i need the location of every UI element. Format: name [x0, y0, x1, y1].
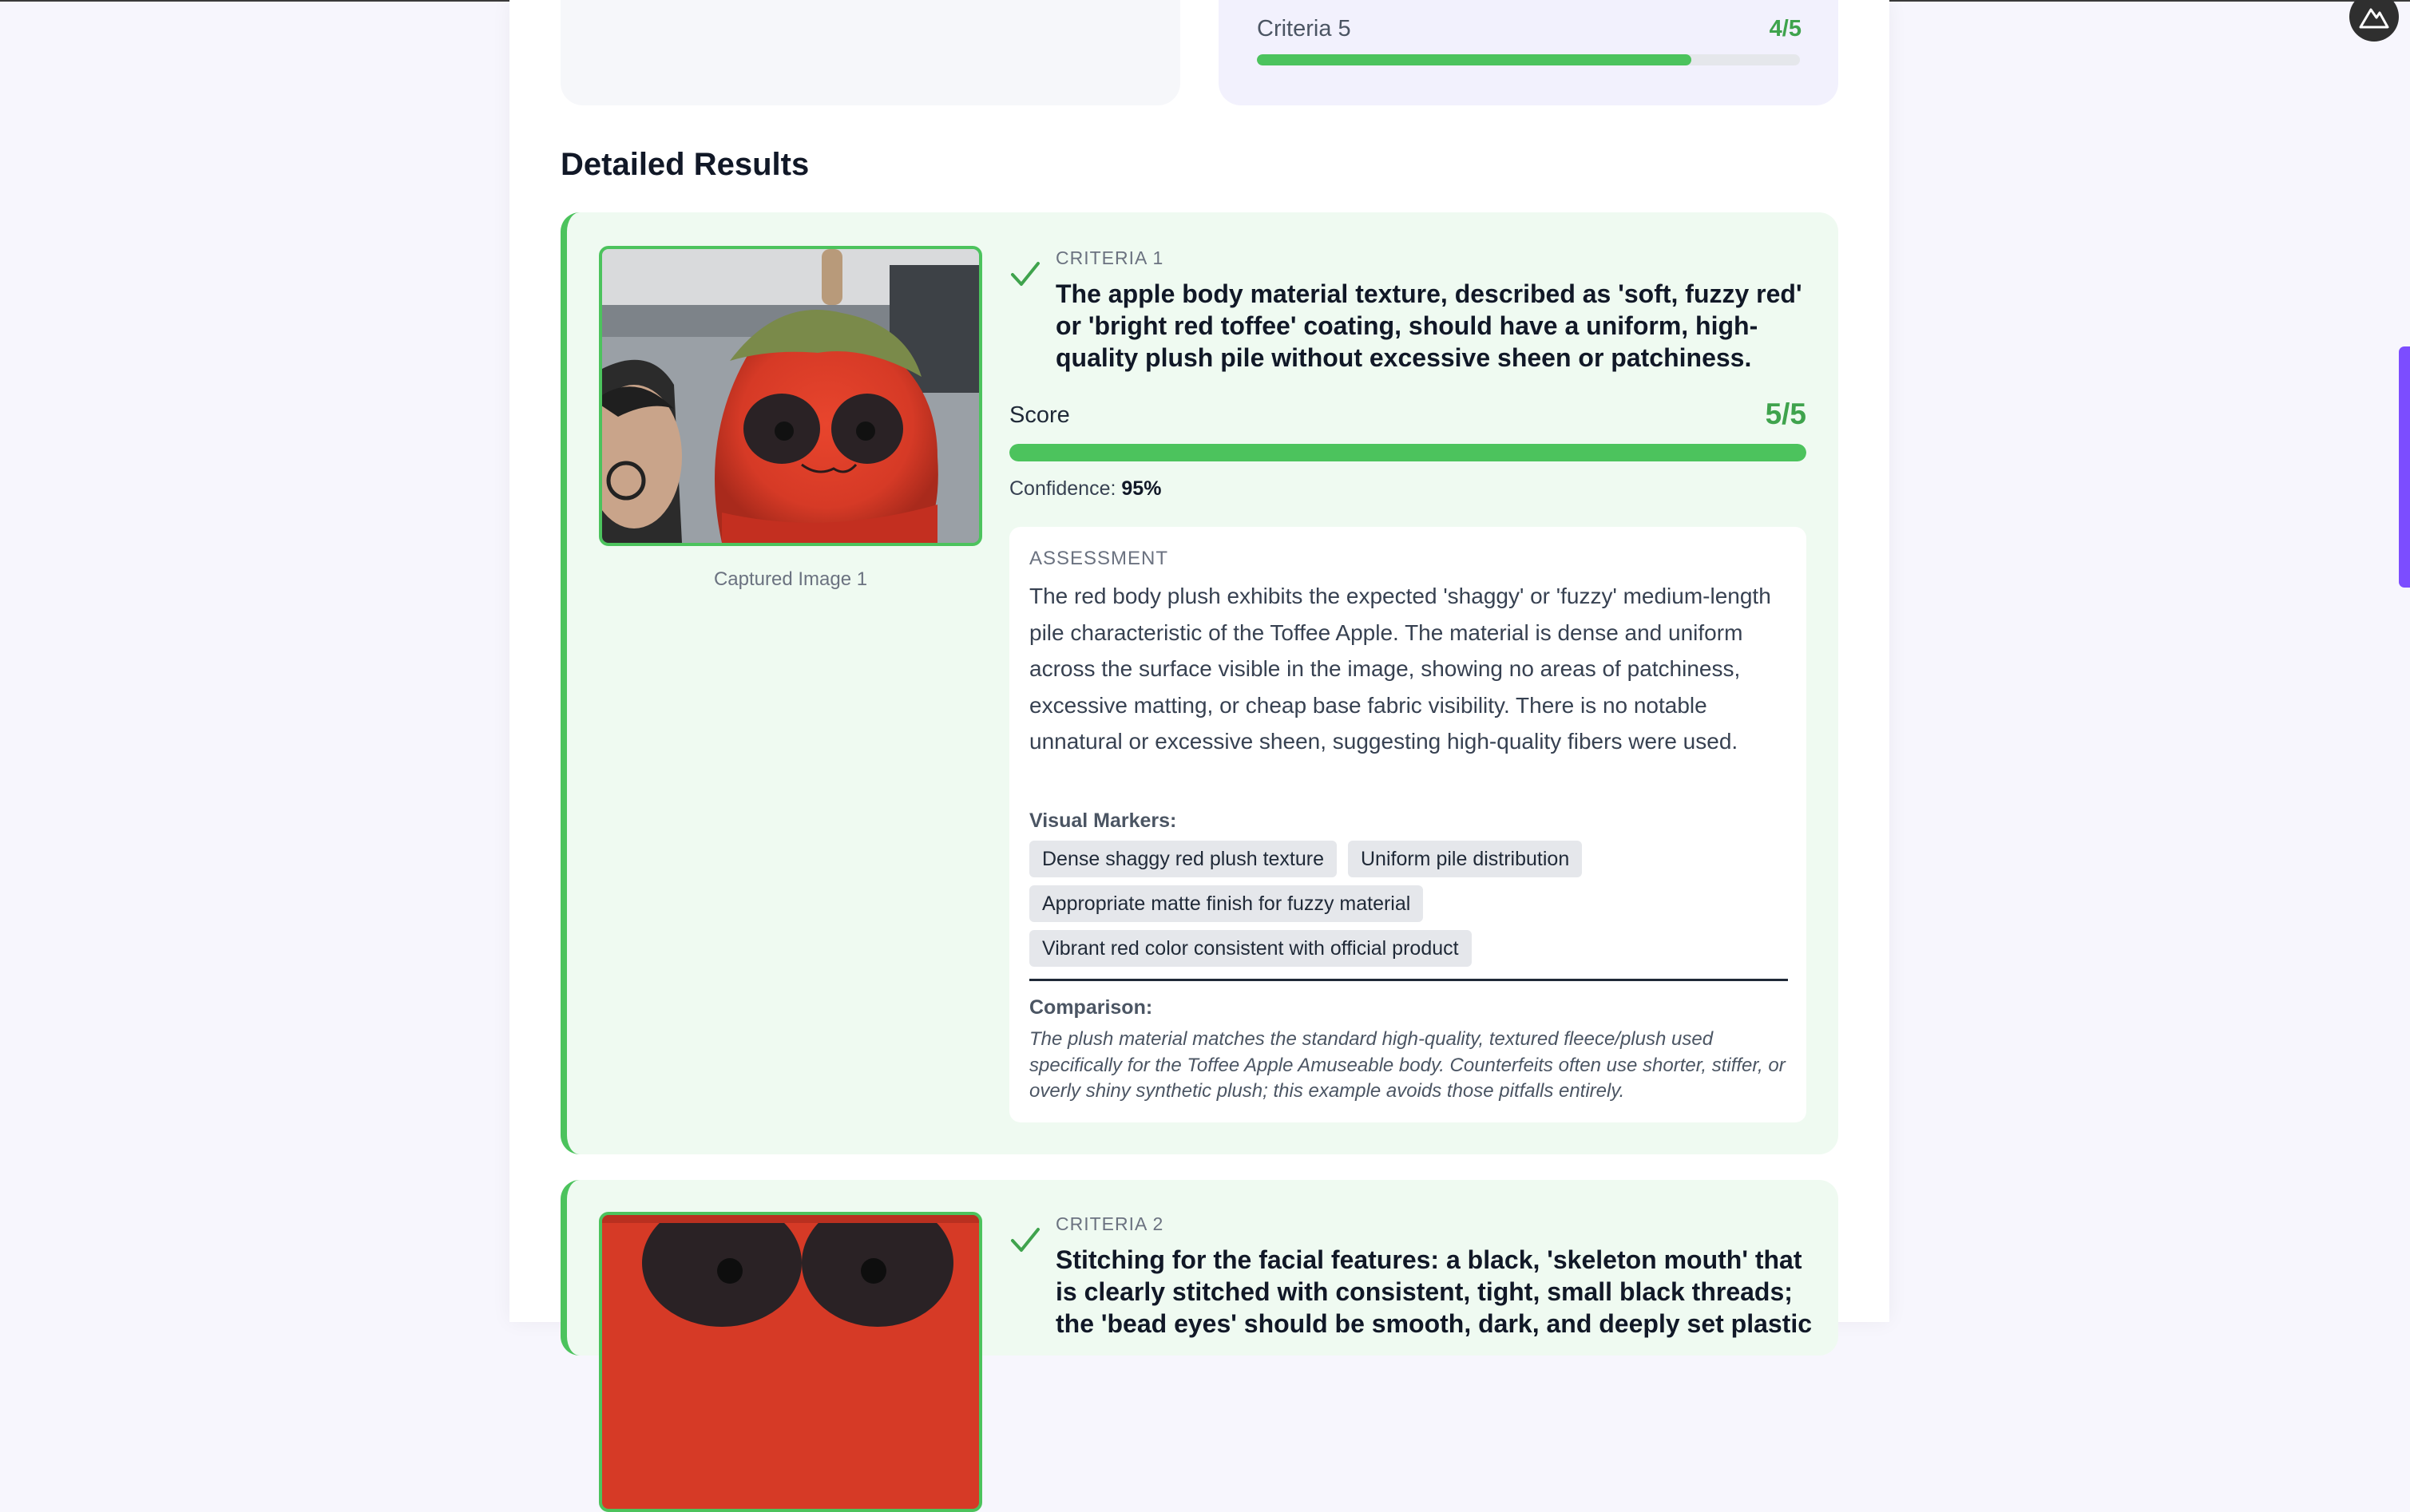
score-progress-bar [1009, 444, 1806, 461]
summary-criteria-5-progress-fill [1257, 54, 1691, 65]
criteria-title: Stitching for the facial features: a bla… [1056, 1245, 1813, 1338]
comparison-label: Comparison: [1029, 996, 1153, 1019]
mountain-logo-button[interactable] [2349, 0, 2399, 42]
plush-toy-closeup-photo [602, 1215, 979, 1509]
confidence-label: Confidence: [1009, 477, 1116, 500]
visual-marker-tag: Appropriate matte finish for fuzzy mater… [1029, 885, 1424, 922]
check-icon [1011, 1228, 1040, 1252]
captured-image-1[interactable] [599, 246, 982, 546]
criteria-label: CRITERIA 2 [1056, 1213, 1164, 1234]
visual-marker-tag: Uniform pile distribution [1348, 841, 1583, 877]
visual-markers-label: Visual Markers: [1029, 809, 1177, 832]
score-value: 5/5 [1765, 398, 1806, 430]
detailed-results-heading: Detailed Results [561, 147, 810, 182]
summary-criteria-5-progress [1257, 54, 1800, 65]
captured-image-caption: Captured Image 1 [713, 568, 868, 590]
summary-criteria-5-label: Criteria 5 [1257, 16, 1351, 42]
mountain-logo-icon [2359, 8, 2389, 29]
comparison-text: The plush material matches the standard … [1029, 1028, 1786, 1102]
plush-toy-photo [602, 249, 979, 543]
visual-marker-tag: Dense shaggy red plush texture [1029, 841, 1337, 877]
scrollbar-thumb[interactable] [2399, 346, 2410, 588]
assessment-divider [1029, 979, 1788, 981]
confidence-value: 95% [1121, 477, 1162, 500]
visual-marker-tag: Vibrant red color consistent with offici… [1029, 930, 1472, 967]
score-progress-fill [1009, 444, 1806, 461]
criteria-title: The apple body material texture, describ… [1056, 279, 1802, 372]
criteria-label: CRITERIA 1 [1056, 247, 1164, 268]
score-label: Score [1009, 402, 1070, 428]
assessment-heading: ASSESSMENT [1029, 548, 1169, 569]
summary-card-left [561, 0, 1180, 105]
captured-image-2[interactable] [599, 1212, 982, 1512]
confidence-text: Confidence: 95% [1009, 477, 1161, 501]
summary-criteria-5-score: 4/5 [1769, 16, 1802, 42]
check-icon [1011, 262, 1040, 286]
assessment-text: The red body plush exhibits the expected… [1029, 584, 1771, 754]
